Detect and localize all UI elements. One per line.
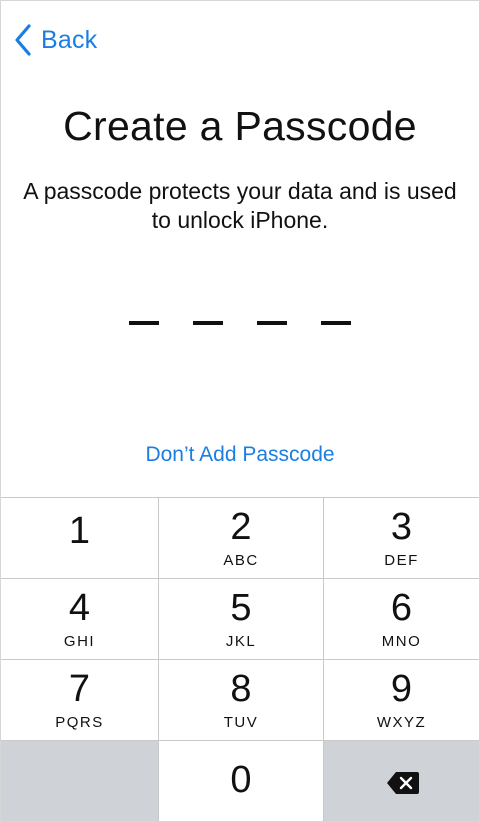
key-digit: 1 xyxy=(68,510,91,552)
key-4[interactable]: 4 GHI xyxy=(1,579,158,659)
key-letters: ABC xyxy=(223,552,259,569)
key-digit: 6 xyxy=(390,587,413,629)
chevron-left-icon xyxy=(15,24,31,56)
keypad-divider xyxy=(1,740,479,741)
key-3[interactable]: 3 DEF xyxy=(324,498,479,578)
key-letters: WXYZ xyxy=(376,714,427,731)
key-digit: 0 xyxy=(230,759,252,801)
delete-key[interactable] xyxy=(324,741,479,821)
key-letters: DEF xyxy=(384,552,419,569)
keypad-divider xyxy=(1,659,479,660)
key-1[interactable]: 1 xyxy=(1,498,158,578)
passcode-slot xyxy=(193,321,223,325)
key-digit: 7 xyxy=(68,668,91,710)
key-digit: 4 xyxy=(68,587,91,629)
key-6[interactable]: 6 MNO xyxy=(324,579,479,659)
key-0[interactable]: 0 xyxy=(159,741,323,821)
key-digit: 5 xyxy=(230,587,252,629)
key-digit: 3 xyxy=(390,506,413,548)
keypad-divider xyxy=(1,578,479,579)
page-title: Create a Passcode xyxy=(63,103,417,149)
key-digit: 8 xyxy=(230,668,252,710)
key-5[interactable]: 5 JKL xyxy=(159,579,323,659)
key-digit: 9 xyxy=(390,668,413,710)
passcode-dots xyxy=(129,321,351,327)
dont-add-passcode-button[interactable]: Don’t Add Passcode xyxy=(1,443,479,467)
key-letters: MNO xyxy=(381,633,422,650)
passcode-slot xyxy=(321,321,351,325)
back-button[interactable]: Back xyxy=(13,21,97,59)
keypad-divider xyxy=(323,498,324,821)
numeric-keypad: 1 2 ABC 3 DEF 4 GHI 5 JKL 6 MNO 7 PQRS 8 xyxy=(1,497,479,821)
page-subtitle: A passcode protects your data and is use… xyxy=(23,178,457,233)
key-2[interactable]: 2 ABC xyxy=(159,498,323,578)
passcode-screen: Back Create a Passcode A passcode protec… xyxy=(0,0,480,822)
keypad-divider xyxy=(158,498,159,821)
key-letters: TUV xyxy=(223,714,259,731)
passcode-slot xyxy=(257,321,287,325)
key-letters: PQRS xyxy=(55,714,104,731)
key-letters: GHI xyxy=(63,633,96,650)
key-9[interactable]: 9 WXYZ xyxy=(324,660,479,740)
back-label: Back xyxy=(41,25,98,54)
key-digit: 2 xyxy=(230,506,252,548)
passcode-slot xyxy=(129,321,159,325)
key-8[interactable]: 8 TUV xyxy=(159,660,323,740)
key-letters: JKL xyxy=(225,633,257,650)
empty-key xyxy=(1,741,158,821)
key-7[interactable]: 7 PQRS xyxy=(1,660,158,740)
delete-backspace-icon xyxy=(387,772,419,794)
